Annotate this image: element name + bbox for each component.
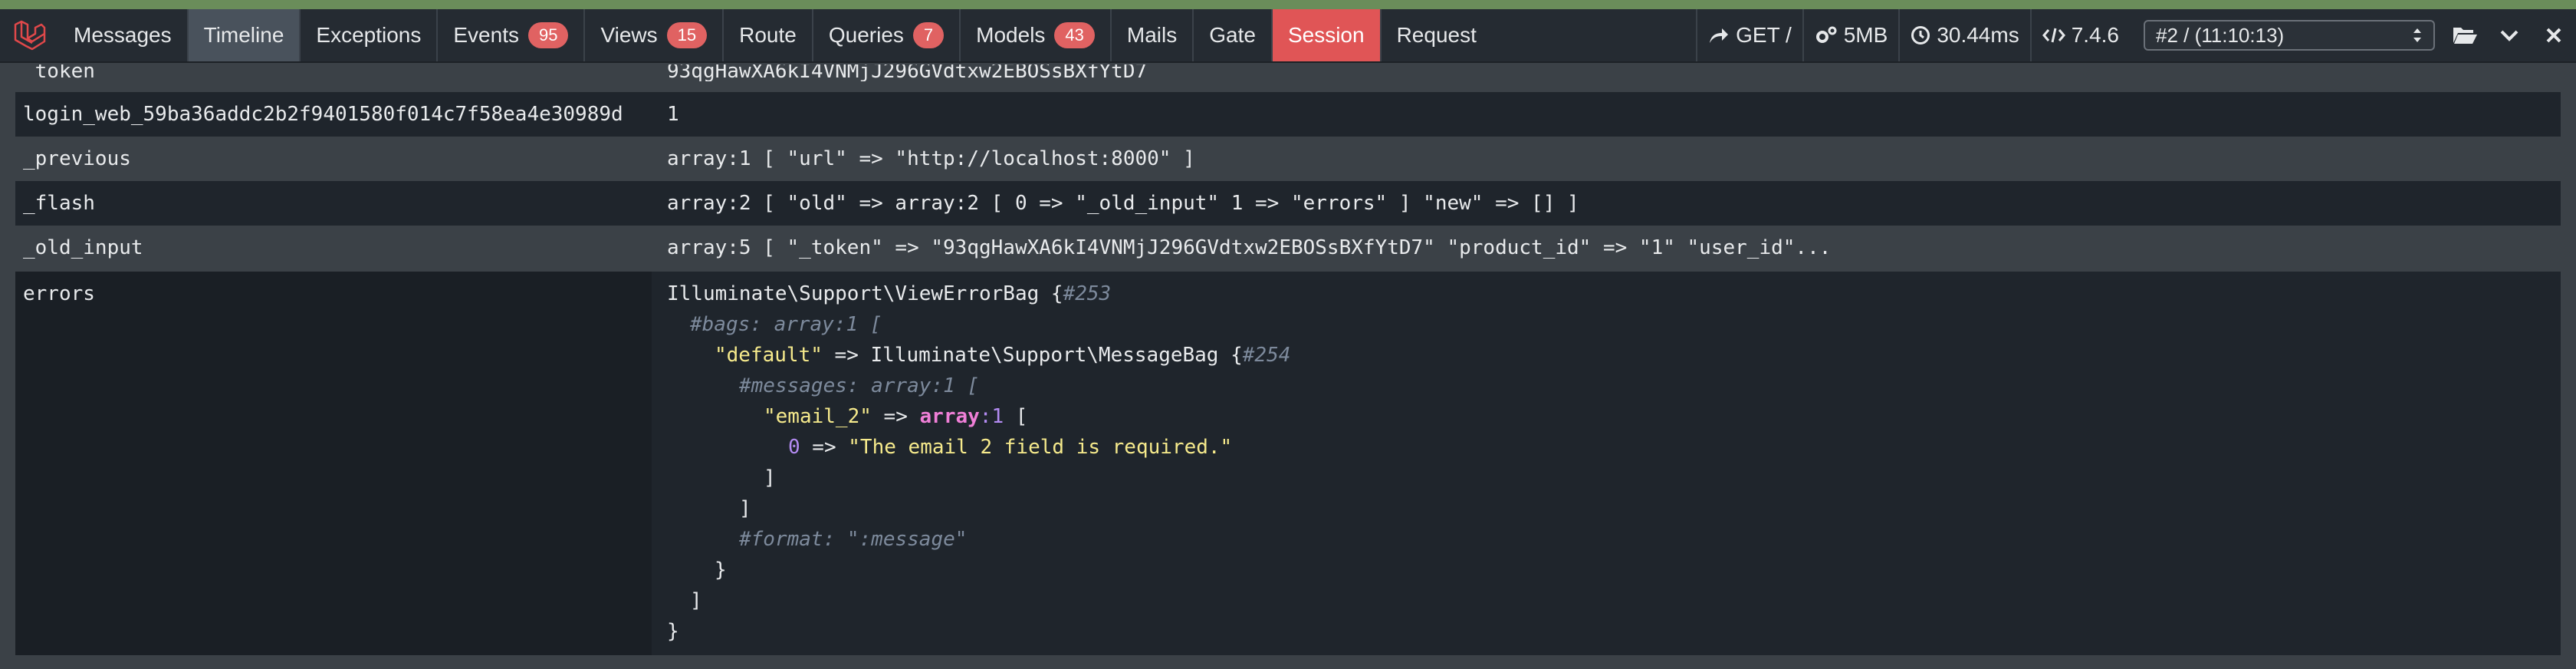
session-key: _previous [23,147,131,170]
count-badge: 15 [666,22,708,48]
memory-text: 5MB [1843,23,1888,47]
session-value: 93qgHawXA6kI4VNMjJ296GVdtxw2EBOSsBXfYtD7 [667,64,1148,81]
request-history-select[interactable]: #2 / (11:10:13) [2144,20,2435,51]
tab-queries[interactable]: Queries 7 [813,9,961,61]
tab-label: Views [600,23,658,47]
session-key: login_web_59ba36addc2b2f9401580f014c7f58… [23,103,623,126]
tab-label: Queries [828,23,904,47]
duration-indicator[interactable]: 30.44ms [1898,9,2029,61]
open-folder-icon[interactable] [2443,9,2487,61]
dump-array-kw: array [919,405,980,428]
dump-email-key: "email_2" [764,405,872,428]
request-method-indicator[interactable]: GET / [1696,9,1802,61]
clock-icon [1911,26,1930,44]
dump-inner-ref: #254 [1242,344,1291,367]
close-icon[interactable] [2532,9,2576,61]
dump-arrow: => [800,436,849,459]
dump-messages-meta: #messages: array:1 [ [739,374,980,397]
dump-array-count: :1 [979,405,1004,428]
dump-ref: #253 [1063,282,1112,305]
session-key: _old_input [23,236,143,259]
count-badge: 43 [1054,22,1095,48]
request-method-text: GET / [1736,23,1792,47]
count-badge: 95 [527,22,569,48]
count-badge: 7 [912,22,945,48]
session-key: _token [23,64,95,81]
tab-mails[interactable]: Mails [1112,9,1194,61]
tab-route[interactable]: Route [724,9,813,61]
session-row: login_web_59ba36addc2b2f9401580f014c7f58… [15,92,2561,137]
php-version-indicator[interactable]: 7.4.6 [2029,9,2130,61]
cogs-icon [1815,26,1837,43]
tab-messages[interactable]: Messages [58,9,189,61]
session-panel: _token 93qgHawXA6kI4VNMjJ296GVdtxw2EBOSs… [0,64,2576,669]
tab-label: Messages [74,23,172,47]
session-value: array:5 [ "_token" => "93qgHawXA6kI4VNMj… [667,236,1832,259]
page-top-stripe [0,0,2576,9]
session-value: 1 [667,103,679,126]
share-arrow-icon [1710,28,1729,43]
dump-format-meta: #format: ":message" [739,528,968,551]
tab-label: Models [976,23,1046,47]
tab-label: Gate [1209,23,1256,47]
tab-request[interactable]: Request [1382,9,1492,61]
debugbar: Messages Timeline Exceptions Events 95 Vi… [0,0,2576,669]
tab-events[interactable]: Events 95 [438,9,586,61]
session-row-errors: errors Illuminate\Support\ViewErrorBag {… [15,272,2561,655]
tab-label: Timeline [203,23,284,47]
code-icon [2042,28,2065,43]
minimize-chevron-down-icon[interactable] [2487,9,2532,61]
dump-message: "The email 2 field is required." [848,436,1233,459]
duration-text: 30.44ms [1937,23,2019,47]
session-row: _token 93qgHawXA6kI4VNMjJ296GVdtxw2EBOSs… [15,64,2561,81]
dump-arrow: => [871,405,920,428]
tab-label: Events [453,23,519,47]
tab-label: Request [1396,23,1477,47]
debugbar-header: Messages Timeline Exceptions Events 95 Vi… [0,9,2576,63]
session-row: _flash array:2 [ "old" => array:2 [ 0 =>… [15,181,2561,226]
tab-timeline[interactable]: Timeline [188,9,301,61]
chevron-updown-icon [2413,28,2421,42]
session-key: _flash [23,192,95,215]
laravel-logo-icon[interactable] [0,9,58,61]
tab-exceptions[interactable]: Exceptions [301,9,439,61]
tab-session[interactable]: Session [1272,9,1382,61]
dump-index: 0 [788,436,800,459]
tab-label: Route [739,23,797,47]
dump-arrow: => [822,344,871,367]
tab-models[interactable]: Models 43 [961,9,1112,61]
dump-inner-class: Illuminate\Support\MessageBag [870,344,1219,367]
tab-label: Mails [1126,23,1178,47]
memory-indicator[interactable]: 5MB [1802,9,1899,61]
session-row: _old_input array:5 [ "_token" => "93qgHa… [15,226,2561,270]
session-row: _previous array:1 [ "url" => "http://loc… [15,137,2561,181]
dump-class: Illuminate\Support\ViewErrorBag [667,282,1040,305]
session-value: array:2 [ "old" => array:2 [ 0 => "_old_… [667,192,1579,215]
request-history-value: #2 / (11:10:13) [2156,23,2285,47]
dump-bags-meta: #bags: array:1 [ [690,313,882,336]
tab-label: Exceptions [316,23,422,47]
tab-gate[interactable]: Gate [1194,9,1273,61]
tab-views[interactable]: Views 15 [585,9,724,61]
session-key: errors [15,272,652,655]
php-version-text: 7.4.6 [2071,23,2119,47]
session-value: array:1 [ "url" => "http://localhost:800… [667,147,1195,170]
dump-default-key: "default" [715,344,823,367]
tab-label: Session [1287,23,1365,47]
